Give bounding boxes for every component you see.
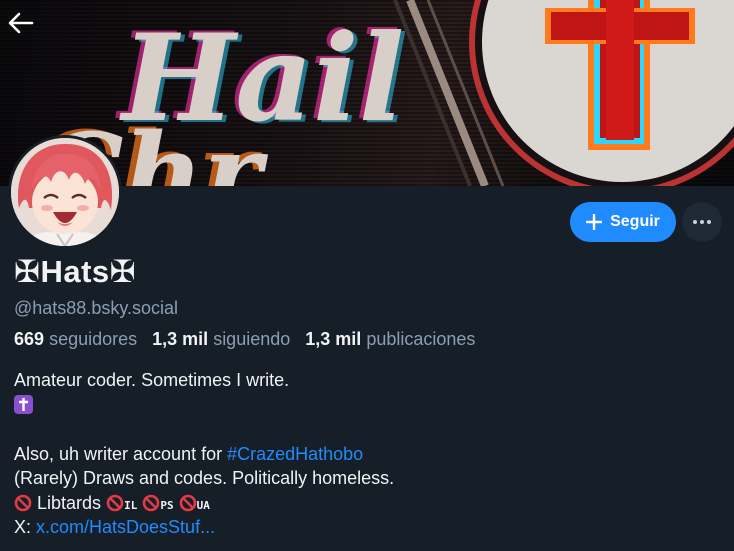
bio-line-4: Also, uh writer account for #CrazedHatho… xyxy=(14,442,714,467)
followers-stat[interactable]: 669 seguidores xyxy=(14,329,137,349)
followers-label: seguidores xyxy=(49,329,138,349)
profile-handle: @hats88.bsky.social xyxy=(14,298,179,318)
bio-line-1: Amateur coder. Sometimes I write. xyxy=(14,370,290,390)
bio-line-7: X: x.com/HatsDoesStuf... xyxy=(14,515,714,540)
x-profile-link[interactable]: x.com/HatsDoesStuf... xyxy=(36,517,215,537)
bio-line-6: Libtards IL PS UA xyxy=(14,491,714,516)
bio-line-2 xyxy=(14,393,714,418)
bio-code-ps: PS xyxy=(160,498,174,512)
followers-count: 669 xyxy=(14,329,45,349)
posts-stat: 1,3 mil publicaciones xyxy=(305,329,475,349)
bio-writer-text: Also, uh writer account for xyxy=(14,443,228,464)
bio-code-ua: UA xyxy=(196,498,210,512)
latin-cross-icon xyxy=(14,394,33,414)
plus-icon xyxy=(586,214,603,230)
hashtag-link[interactable]: #CrazedHathobo xyxy=(227,444,363,464)
following-count: 1,3 mil xyxy=(152,329,209,349)
display-name: ✠Hats✠ xyxy=(14,254,137,289)
posts-label: publicaciones xyxy=(366,329,476,349)
bio-line-5: (Rarely) Draws and codes. Politically ho… xyxy=(14,468,395,488)
more-options-button[interactable] xyxy=(682,202,722,242)
following-stat[interactable]: 1,3 mil siguiendo xyxy=(152,329,290,349)
profile-bio: Amateur coder. Sometimes I write. Also, … xyxy=(14,368,714,540)
ellipsis-icon xyxy=(693,220,711,224)
following-label: siguiendo xyxy=(213,329,291,349)
bio-x-prefix: X: xyxy=(14,517,37,537)
follow-button[interactable]: Seguir xyxy=(570,202,676,242)
follow-button-label: Seguir xyxy=(610,213,660,230)
bio-libtards-text: Libtards xyxy=(37,492,102,513)
posts-count: 1,3 mil xyxy=(305,329,362,349)
avatar[interactable] xyxy=(8,135,122,249)
bio-blank-line xyxy=(14,417,714,442)
avatar-image xyxy=(11,138,119,246)
back-button[interactable] xyxy=(8,12,42,46)
profile-stats: 669 seguidores 1,3 mil siguiendo 1,3 mil… xyxy=(14,329,475,350)
bio-code-il: IL xyxy=(124,498,138,512)
arrow-left-icon xyxy=(8,12,34,34)
banner-cross-emblem xyxy=(469,0,734,186)
